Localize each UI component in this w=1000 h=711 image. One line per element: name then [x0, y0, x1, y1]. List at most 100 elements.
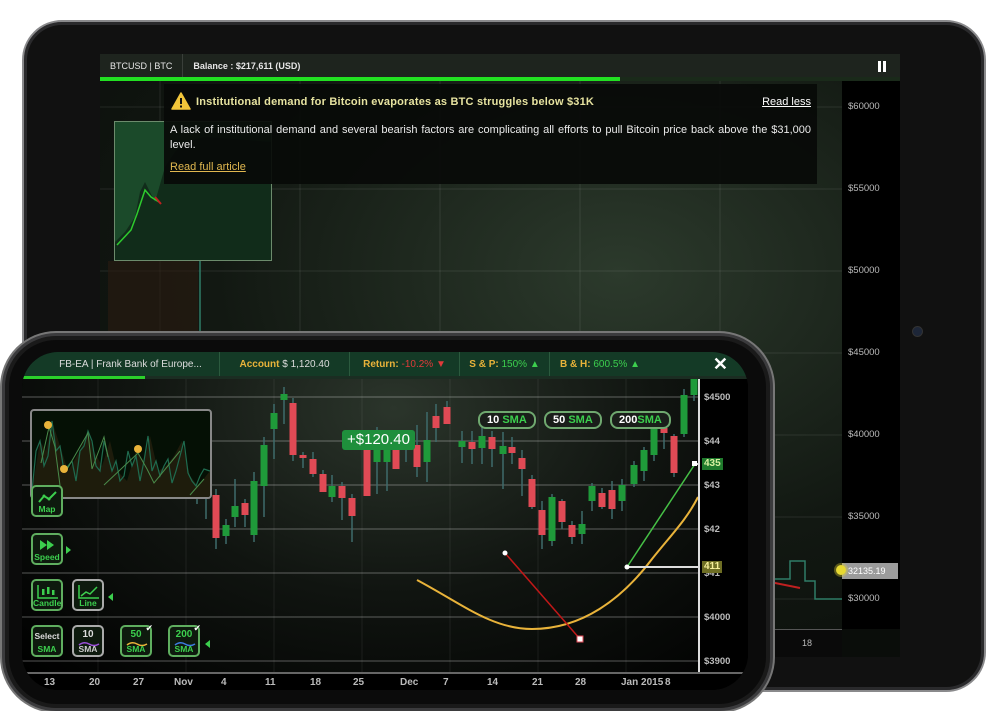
select-sma-button[interactable]: Select SMA — [31, 625, 63, 657]
account-info: Account $ 1,120.40 — [220, 352, 350, 376]
candle-body — [348, 498, 356, 516]
sma-200-button[interactable]: 200 SMA ✔ — [168, 623, 201, 657]
x-axis-label: Nov — [174, 677, 193, 688]
map-label: Map — [38, 504, 56, 514]
sma-200-label: SMA — [174, 644, 194, 654]
checkmark-icon: ✔ — [193, 623, 201, 633]
minimap-news-marker[interactable] — [134, 445, 142, 453]
y-axis-label: $50000 — [848, 265, 880, 276]
candle-body — [458, 441, 466, 447]
phone-chart-area[interactable]: 10 SMA 50 SMA 200SMA +$120.40 Map Speed … — [22, 379, 698, 672]
candle-body — [289, 403, 297, 455]
x-axis-label: 11 — [265, 677, 276, 688]
read-less-link[interactable]: Read less — [762, 96, 811, 108]
trend-point — [624, 564, 630, 570]
x-axis-label: 18 — [802, 638, 813, 648]
read-full-article-link[interactable]: Read full article — [170, 161, 246, 173]
minimap-news-marker[interactable] — [60, 465, 68, 473]
return-value: -10.2% — [401, 358, 434, 370]
x-axis-label: 14 — [487, 677, 499, 688]
x-axis-label: 7 — [443, 677, 449, 688]
select-sma-label: Select — [34, 631, 60, 641]
sma-10-button[interactable]: 10 SMA — [72, 625, 104, 657]
candle-body — [488, 437, 496, 449]
trend-point — [576, 635, 584, 643]
map-button[interactable]: Map — [31, 485, 63, 517]
map-icon — [38, 491, 57, 503]
minimap-news-marker[interactable] — [44, 421, 52, 429]
y-axis-label: $42 — [704, 524, 720, 535]
sma-50-label: SMA — [126, 644, 146, 654]
tablet-balance: Balance : $217,611 (USD) — [193, 60, 301, 71]
candle-body — [568, 525, 576, 537]
sma-10-toggle[interactable]: 10 SMA — [478, 411, 536, 429]
candle-body — [423, 440, 431, 462]
phone-x-axis: 13 20 27 Nov 4 11 18 25 Dec 7 14 21 28 Jan 2015 8 — [22, 672, 748, 690]
trend-line-down — [504, 552, 581, 640]
sma-label: SMA — [502, 414, 527, 426]
candle-label: Candle — [33, 598, 62, 608]
sma-line — [416, 496, 698, 631]
pause-icon[interactable] — [878, 59, 888, 72]
candle-body — [618, 485, 626, 501]
y-axis-label: $43 — [704, 480, 720, 491]
x-axis-label: 28 — [575, 677, 587, 688]
candle-body — [508, 447, 516, 453]
phone-screen: FB-EA | Frank Bank of Europe... Account … — [22, 352, 748, 690]
candle-body — [280, 394, 288, 400]
sma-10-label: SMA — [78, 644, 98, 654]
line-button[interactable]: Line — [72, 579, 104, 611]
return-label: Return: — [363, 358, 399, 370]
tablet-top-bar: BTCUSD | BTC Balance : $217,611 (USD) — [100, 54, 900, 78]
sma-50-toggle[interactable]: 50 SMA — [544, 411, 602, 429]
select-sma-sub: SMA — [37, 644, 57, 654]
profit-badge: +$120.40 — [342, 430, 415, 450]
sma-num: 200 — [619, 414, 638, 426]
sp-info: S & P: 150% ▲ — [460, 352, 550, 376]
sma-10-number: 10 — [82, 629, 94, 640]
y-axis-label: $60000 — [848, 101, 880, 112]
sma-50-button[interactable]: 50 SMA ✔ — [120, 623, 153, 657]
speed-button[interactable]: Speed — [31, 533, 63, 565]
expand-arrow-icon[interactable] — [66, 546, 71, 554]
tablet-camera — [912, 326, 923, 337]
x-axis-label: 8 — [665, 677, 671, 688]
phone-header: FB-EA | Frank Bank of Europe... Account … — [22, 352, 748, 376]
x-axis-label: 13 — [44, 677, 56, 688]
candle-body — [212, 495, 220, 538]
sma-200-toggle[interactable]: 200SMA — [610, 411, 671, 429]
up-arrow-icon: ▲ — [529, 358, 540, 370]
candle-body — [670, 436, 678, 473]
close-icon[interactable]: ✕ — [713, 355, 728, 373]
candle-body — [260, 445, 268, 486]
sp-value: 150% — [501, 358, 528, 370]
sma-num: 10 — [487, 414, 500, 426]
candle-body — [598, 493, 606, 507]
sma-label: SMA — [568, 414, 593, 426]
candle-body — [231, 506, 239, 517]
y-axis-label: $4000 — [704, 612, 731, 623]
trend-point — [692, 461, 697, 466]
candle-body — [363, 443, 371, 496]
candle-body — [468, 442, 476, 449]
x-axis-label: 25 — [353, 677, 365, 688]
y-axis-label: $44 — [704, 436, 720, 447]
y-axis-label: $45000 — [848, 347, 880, 358]
collapse-arrow-icon[interactable] — [108, 593, 113, 601]
candle-body — [299, 455, 307, 458]
candle-body — [608, 490, 616, 509]
y-axis-label: $35000 — [848, 511, 880, 522]
checkmark-icon: ✔ — [145, 623, 153, 633]
candle-body — [578, 524, 586, 534]
candle-body — [309, 459, 317, 474]
bh-info: B & H: 600.5% ▲ — [550, 352, 650, 376]
candle-button[interactable]: Candle — [31, 579, 63, 611]
current-price-marker — [836, 565, 846, 575]
news-body: A lack of institutional demand and sever… — [170, 124, 811, 151]
warning-icon — [171, 92, 191, 110]
collapse-arrow-icon[interactable] — [205, 640, 210, 648]
current-price-tag: 32135.19 — [842, 563, 898, 579]
x-axis-label: 20 — [89, 677, 101, 688]
bh-label: B & H: — [560, 358, 591, 370]
news-title: Institutional demand for Bitcoin evapora… — [196, 96, 595, 108]
